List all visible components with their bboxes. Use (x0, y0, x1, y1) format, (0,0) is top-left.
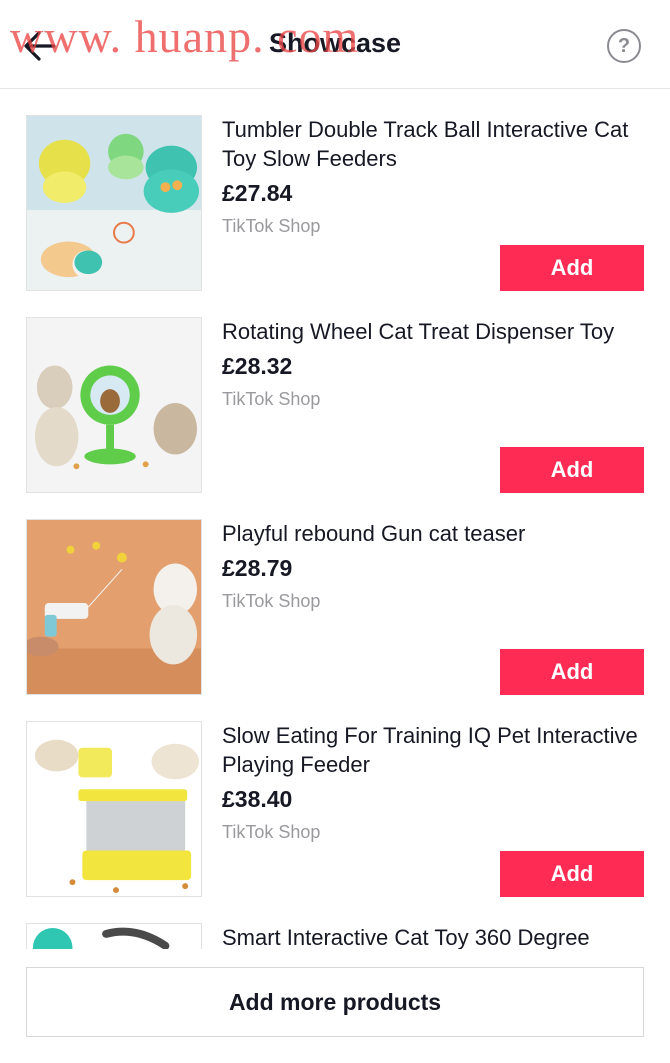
product-name[interactable]: Rotating Wheel Cat Treat Dispenser Toy (222, 317, 652, 346)
product-image[interactable] (26, 317, 202, 493)
product-price: £38.40 (222, 786, 293, 812)
list-item[interactable]: Tumbler Double Track Ball Interactive Ca… (0, 89, 670, 291)
product-name[interactable]: Playful rebound Gun cat teaser (222, 519, 652, 548)
product-name[interactable]: Slow Eating For Training IQ Pet Interact… (222, 721, 652, 779)
product-thumbnail (27, 116, 201, 290)
add-button[interactable]: Add (500, 851, 644, 897)
product-thumbnail (27, 924, 201, 949)
list-item[interactable]: Playful rebound Gun cat teaser £28.79 Ti… (0, 493, 670, 695)
product-thumbnail (27, 520, 201, 694)
add-button[interactable]: Add (500, 245, 644, 291)
product-price: £27.84 (222, 180, 293, 206)
product-thumbnail (27, 318, 201, 492)
add-more-products-button[interactable]: Add more products (26, 967, 644, 1037)
list-item[interactable]: Slow Eating For Training IQ Pet Interact… (0, 695, 670, 897)
product-name[interactable]: Smart Interactive Cat Toy 360 Degree (222, 923, 652, 949)
shop-label: TikTok Shop (222, 822, 321, 842)
list-item[interactable]: Rotating Wheel Cat Treat Dispenser Toy £… (0, 291, 670, 493)
shop-label: TikTok Shop (222, 389, 321, 409)
product-image[interactable] (26, 519, 202, 695)
bottom-bar: Add more products (0, 949, 670, 1063)
watermark-text: www. huanp. com (10, 11, 360, 62)
shop-label: TikTok Shop (222, 216, 321, 236)
product-price: £28.79 (222, 555, 293, 581)
product-price: £28.32 (222, 353, 293, 379)
product-image[interactable] (26, 721, 202, 897)
question-circle-icon: ? (617, 34, 631, 57)
product-image[interactable] (26, 923, 202, 949)
help-button[interactable]: ? (607, 29, 641, 63)
product-list[interactable]: Tumbler Double Track Ball Interactive Ca… (0, 89, 670, 949)
product-thumbnail (27, 722, 201, 896)
product-image[interactable] (26, 115, 202, 291)
add-button[interactable]: Add (500, 447, 644, 493)
shop-label: TikTok Shop (222, 591, 321, 611)
add-button[interactable]: Add (500, 649, 644, 695)
product-name[interactable]: Tumbler Double Track Ball Interactive Ca… (222, 115, 652, 173)
top-bar: Showcase www. huanp. com ? (0, 0, 670, 89)
list-item[interactable]: Smart Interactive Cat Toy 360 Degree (0, 897, 670, 949)
